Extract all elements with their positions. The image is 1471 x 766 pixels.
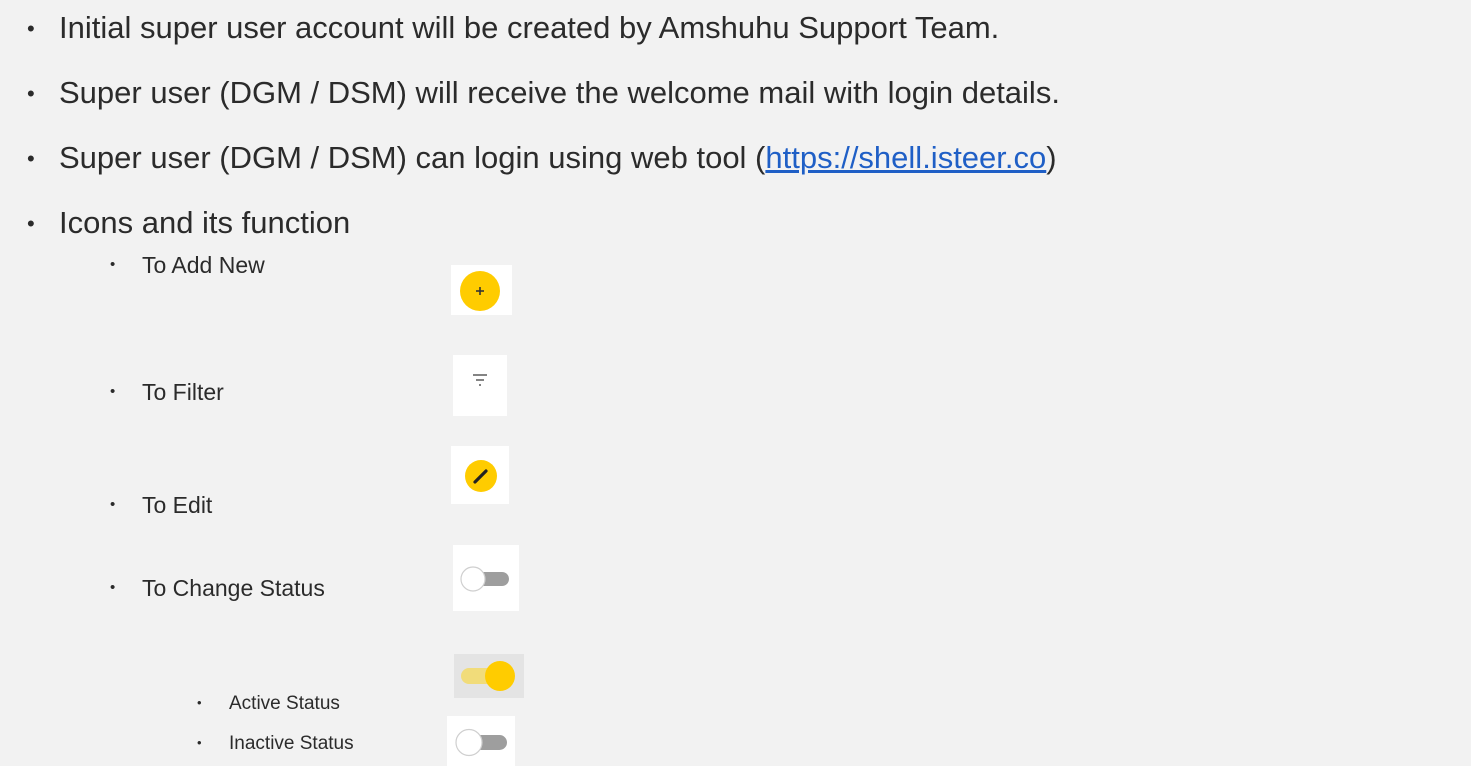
inactive-status-icon-box — [447, 716, 515, 766]
web-tool-link[interactable]: https://shell.isteer.co — [765, 140, 1046, 175]
bullet-text: Initial super user account will be creat… — [59, 10, 1000, 45]
bullet-mark: • — [197, 695, 202, 710]
filter-icon[interactable] — [453, 355, 507, 416]
toggle-icon[interactable] — [453, 545, 519, 611]
toggle-on-icon[interactable] — [454, 654, 524, 698]
toggle-off-icon[interactable] — [447, 716, 515, 766]
bullet-mark: • — [110, 383, 116, 400]
web-login-prefix: Super user (DGM / DSM) can login using w… — [59, 140, 766, 175]
change-status-icon-box — [453, 545, 519, 611]
bullet-mark: • — [27, 146, 35, 171]
active-status-icon-box — [454, 654, 524, 698]
icon-row-label: To Filter — [142, 379, 224, 405]
add-new-icon-box — [451, 265, 512, 315]
bullet-mark: • — [110, 496, 116, 513]
pencil-circle-icon[interactable] — [451, 446, 509, 504]
status-row-label: Inactive Status — [229, 733, 354, 754]
filter-icon-box — [453, 355, 507, 416]
icon-row-label: To Add New — [142, 252, 265, 278]
bullet-text: Super user (DGM / DSM) can login using w… — [59, 138, 1057, 178]
bullet-text: Super user (DGM / DSM) will receive the … — [59, 75, 1060, 110]
bullet-mark: • — [197, 735, 202, 750]
bullet-mark: • — [27, 81, 35, 106]
bullet-mark: • — [27, 16, 35, 41]
bullet-mark: • — [110, 579, 116, 596]
bullet-mark: • — [110, 256, 116, 273]
icon-row-label: To Edit — [142, 492, 213, 518]
bullet-text: Icons and its function — [59, 205, 351, 240]
status-row-label: Active Status — [229, 693, 340, 714]
edit-icon-box — [451, 446, 509, 504]
icon-row-label: To Change Status — [142, 575, 325, 601]
bullet-mark: • — [27, 211, 35, 236]
plus-circle-icon[interactable] — [451, 265, 512, 315]
web-login-suffix: ) — [1046, 140, 1057, 175]
